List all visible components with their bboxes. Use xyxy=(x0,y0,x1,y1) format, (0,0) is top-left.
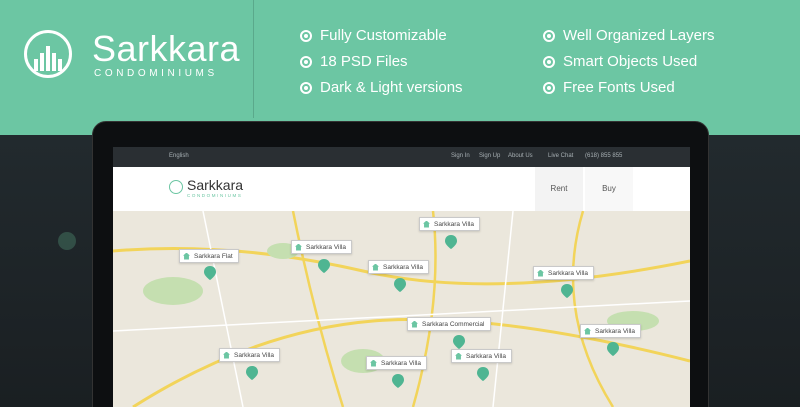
feature-item: 18 PSD Files xyxy=(300,53,408,70)
map-pin-icon[interactable] xyxy=(477,367,489,381)
bullet-icon xyxy=(543,81,555,94)
bullet-icon xyxy=(300,55,312,68)
home-icon xyxy=(423,220,430,228)
map-marker-sarkkara-flat[interactable]: Sarkkara Flat xyxy=(179,249,239,263)
language-selector[interactable]: English xyxy=(169,153,189,159)
map-marker-sarkkara-villa[interactable]: Sarkkara Villa xyxy=(580,324,641,338)
map-pin-icon[interactable] xyxy=(561,284,573,298)
bullet-icon xyxy=(543,29,555,42)
home-icon xyxy=(411,320,418,328)
site-brand-subtitle: CONDOMINIUMS xyxy=(187,193,243,198)
signup-link[interactable]: Sign Up xyxy=(479,153,500,159)
map-marker-sarkkara-villa[interactable]: Sarkkara Villa xyxy=(366,356,427,370)
brand-name: Sarkkara xyxy=(92,28,241,69)
feature-item: Smart Objects Used xyxy=(543,53,697,70)
tab-buy[interactable]: Buy xyxy=(585,167,633,211)
feature-item: Free Fonts Used xyxy=(543,79,675,96)
map-marker-sarkkara-villa[interactable]: Sarkkara Villa xyxy=(451,349,512,363)
map-marker-sarkkara-villa[interactable]: Sarkkara Villa xyxy=(533,266,594,280)
map-marker-sarkkara-villa[interactable]: Sarkkara Villa xyxy=(219,348,280,362)
feature-item: Well Organized Layers xyxy=(543,27,714,44)
about-link[interactable]: About Us xyxy=(508,153,533,159)
decorative-dot xyxy=(58,232,76,250)
property-map[interactable]: Sarkkara Flat Sarkkara Villa Sarkkara Vi… xyxy=(113,211,690,407)
map-pin-icon[interactable] xyxy=(453,335,465,349)
map-pin-icon[interactable] xyxy=(607,342,619,356)
map-pin-icon[interactable] xyxy=(204,266,216,280)
bullet-icon xyxy=(300,81,312,94)
bullet-icon xyxy=(543,55,555,68)
map-pin-icon[interactable] xyxy=(445,235,457,249)
signin-link[interactable]: Sign In xyxy=(451,153,470,159)
building-logo-icon xyxy=(24,30,72,78)
map-marker-sarkkara-villa[interactable]: Sarkkara Villa xyxy=(419,217,480,231)
feature-item: Dark & Light versions xyxy=(300,79,463,96)
map-pin-icon[interactable] xyxy=(392,374,404,388)
home-icon xyxy=(183,252,190,260)
home-icon xyxy=(455,352,462,360)
feature-item: Fully Customizable xyxy=(300,27,447,44)
map-marker-sarkkara-villa[interactable]: Sarkkara Villa xyxy=(368,260,429,274)
promo-banner: Sarkkara CONDOMINIUMS Fully Customizable… xyxy=(0,0,800,135)
map-pin-icon[interactable] xyxy=(246,366,258,380)
site-header: Sarkkara CONDOMINIUMS Rent Buy xyxy=(113,167,690,211)
map-pin-icon[interactable] xyxy=(394,278,406,292)
home-icon xyxy=(537,269,544,277)
home-icon xyxy=(295,243,302,251)
brand-subtitle: CONDOMINIUMS xyxy=(94,68,218,79)
home-icon xyxy=(223,351,230,359)
home-icon xyxy=(370,359,377,367)
map-marker-sarkkara-villa[interactable]: Sarkkara Villa xyxy=(291,240,352,254)
site-logo-icon xyxy=(169,180,183,194)
phone-number: (618) 855 855 xyxy=(585,153,623,159)
map-marker-sarkkara-commercial[interactable]: Sarkkara Commercial xyxy=(407,317,491,331)
site-brand-name: Sarkkara xyxy=(187,177,244,193)
home-icon xyxy=(372,263,379,271)
bullet-icon xyxy=(300,29,312,42)
tab-rent[interactable]: Rent xyxy=(535,167,583,211)
map-pin-icon[interactable] xyxy=(318,259,330,273)
laptop-screen: English Sign In Sign Up About Us Live Ch… xyxy=(113,147,690,407)
home-icon xyxy=(584,327,591,335)
banner-divider xyxy=(253,0,254,118)
live-chat-link[interactable]: Live Chat xyxy=(548,153,573,159)
site-topbar: English Sign In Sign Up About Us Live Ch… xyxy=(113,147,690,167)
